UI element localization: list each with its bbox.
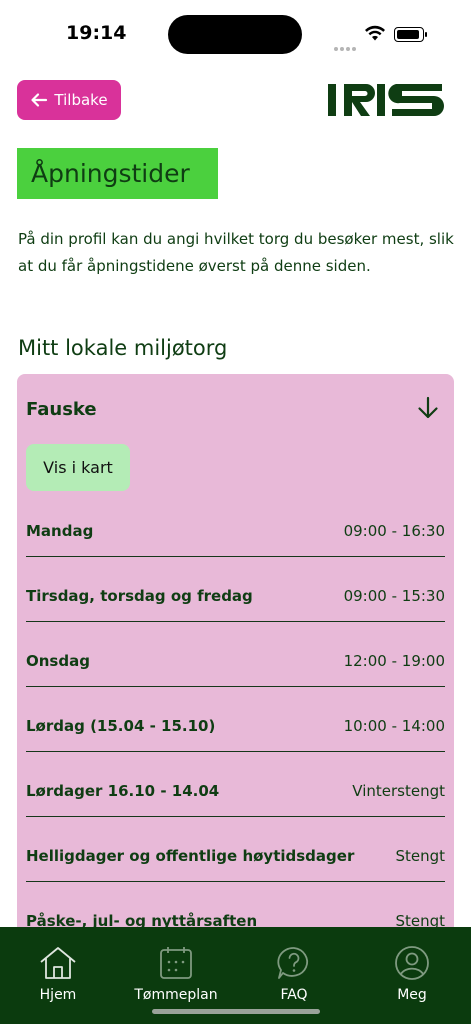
intro-text: På din profil kan du angi hvilket torg d… [18,230,454,275]
back-button[interactable]: Tilbake [17,80,121,120]
tab-label: Meg [397,987,427,1003]
hours-day: Helligdager og offentlige høytidsdager [26,847,355,865]
tab-faq[interactable]: FAQ [249,945,339,1003]
tab-label: Tømmeplan [134,987,218,1003]
hours-row: Lørdag (15.04 - 15.10) 10:00 - 14:00 [26,687,445,752]
calendar-icon [160,947,192,979]
battery-icon [394,27,427,42]
show-map-button[interactable]: Vis i kart [26,444,130,491]
dynamic-island [168,15,302,54]
back-button-label: Tilbake [54,91,108,109]
arrow-left-icon [31,93,48,107]
hours-time: Stengt [395,847,445,865]
tab-tommeplan[interactable]: Tømmeplan [131,945,221,1003]
status-time: 19:14 [66,22,127,44]
hours-day: Mandag [26,522,94,540]
question-icon [277,947,309,979]
profile-icon [395,946,429,980]
home-icon [40,947,76,979]
hours-day: Lørdag (15.04 - 15.10) [26,717,216,735]
hours-row: Tirsdag, torsdag og fredag 09:00 - 15:30 [26,557,445,622]
tab-label: Hjem [39,987,77,1003]
hours-time: 09:00 - 15:30 [343,587,445,605]
hours-row: Mandag 09:00 - 16:30 [26,492,445,557]
location-card: Fauske Vis i kart Mandag 09:00 - 16:30 T… [17,374,454,934]
hours-day: Onsdag [26,652,90,670]
hours-row: Onsdag 12:00 - 19:00 [26,622,445,687]
hours-row: Lørdager 16.10 - 14.04 Vinterstengt [26,752,445,817]
hours-time: Vinterstengt [352,782,445,800]
hours-day: Lørdager 16.10 - 14.04 [26,782,220,800]
page-title: Åpningstider [17,148,218,199]
hours-time: 09:00 - 16:30 [343,522,445,540]
opening-hours-list: Mandag 09:00 - 16:30 Tirsdag, torsdag og… [26,492,445,934]
section-title: Mitt lokale miljøtorg [18,336,228,360]
wifi-icon [365,25,385,41]
hours-time: 12:00 - 19:00 [343,652,445,670]
hours-day: Tirsdag, torsdag og fredag [26,587,253,605]
iris-logo [328,84,444,116]
hours-time: 10:00 - 14:00 [343,717,445,735]
tab-home[interactable]: Hjem [13,945,103,1003]
location-name: Fauske [26,399,97,420]
home-indicator[interactable] [152,1009,320,1014]
tab-label: FAQ [280,987,308,1003]
hours-row: Helligdager og offentlige høytidsdager S… [26,817,445,882]
tab-profile[interactable]: Meg [367,945,457,1003]
status-bar: 19:14 [0,0,471,60]
arrow-down-icon[interactable] [416,396,440,420]
cellular-signal-icon [334,36,358,55]
